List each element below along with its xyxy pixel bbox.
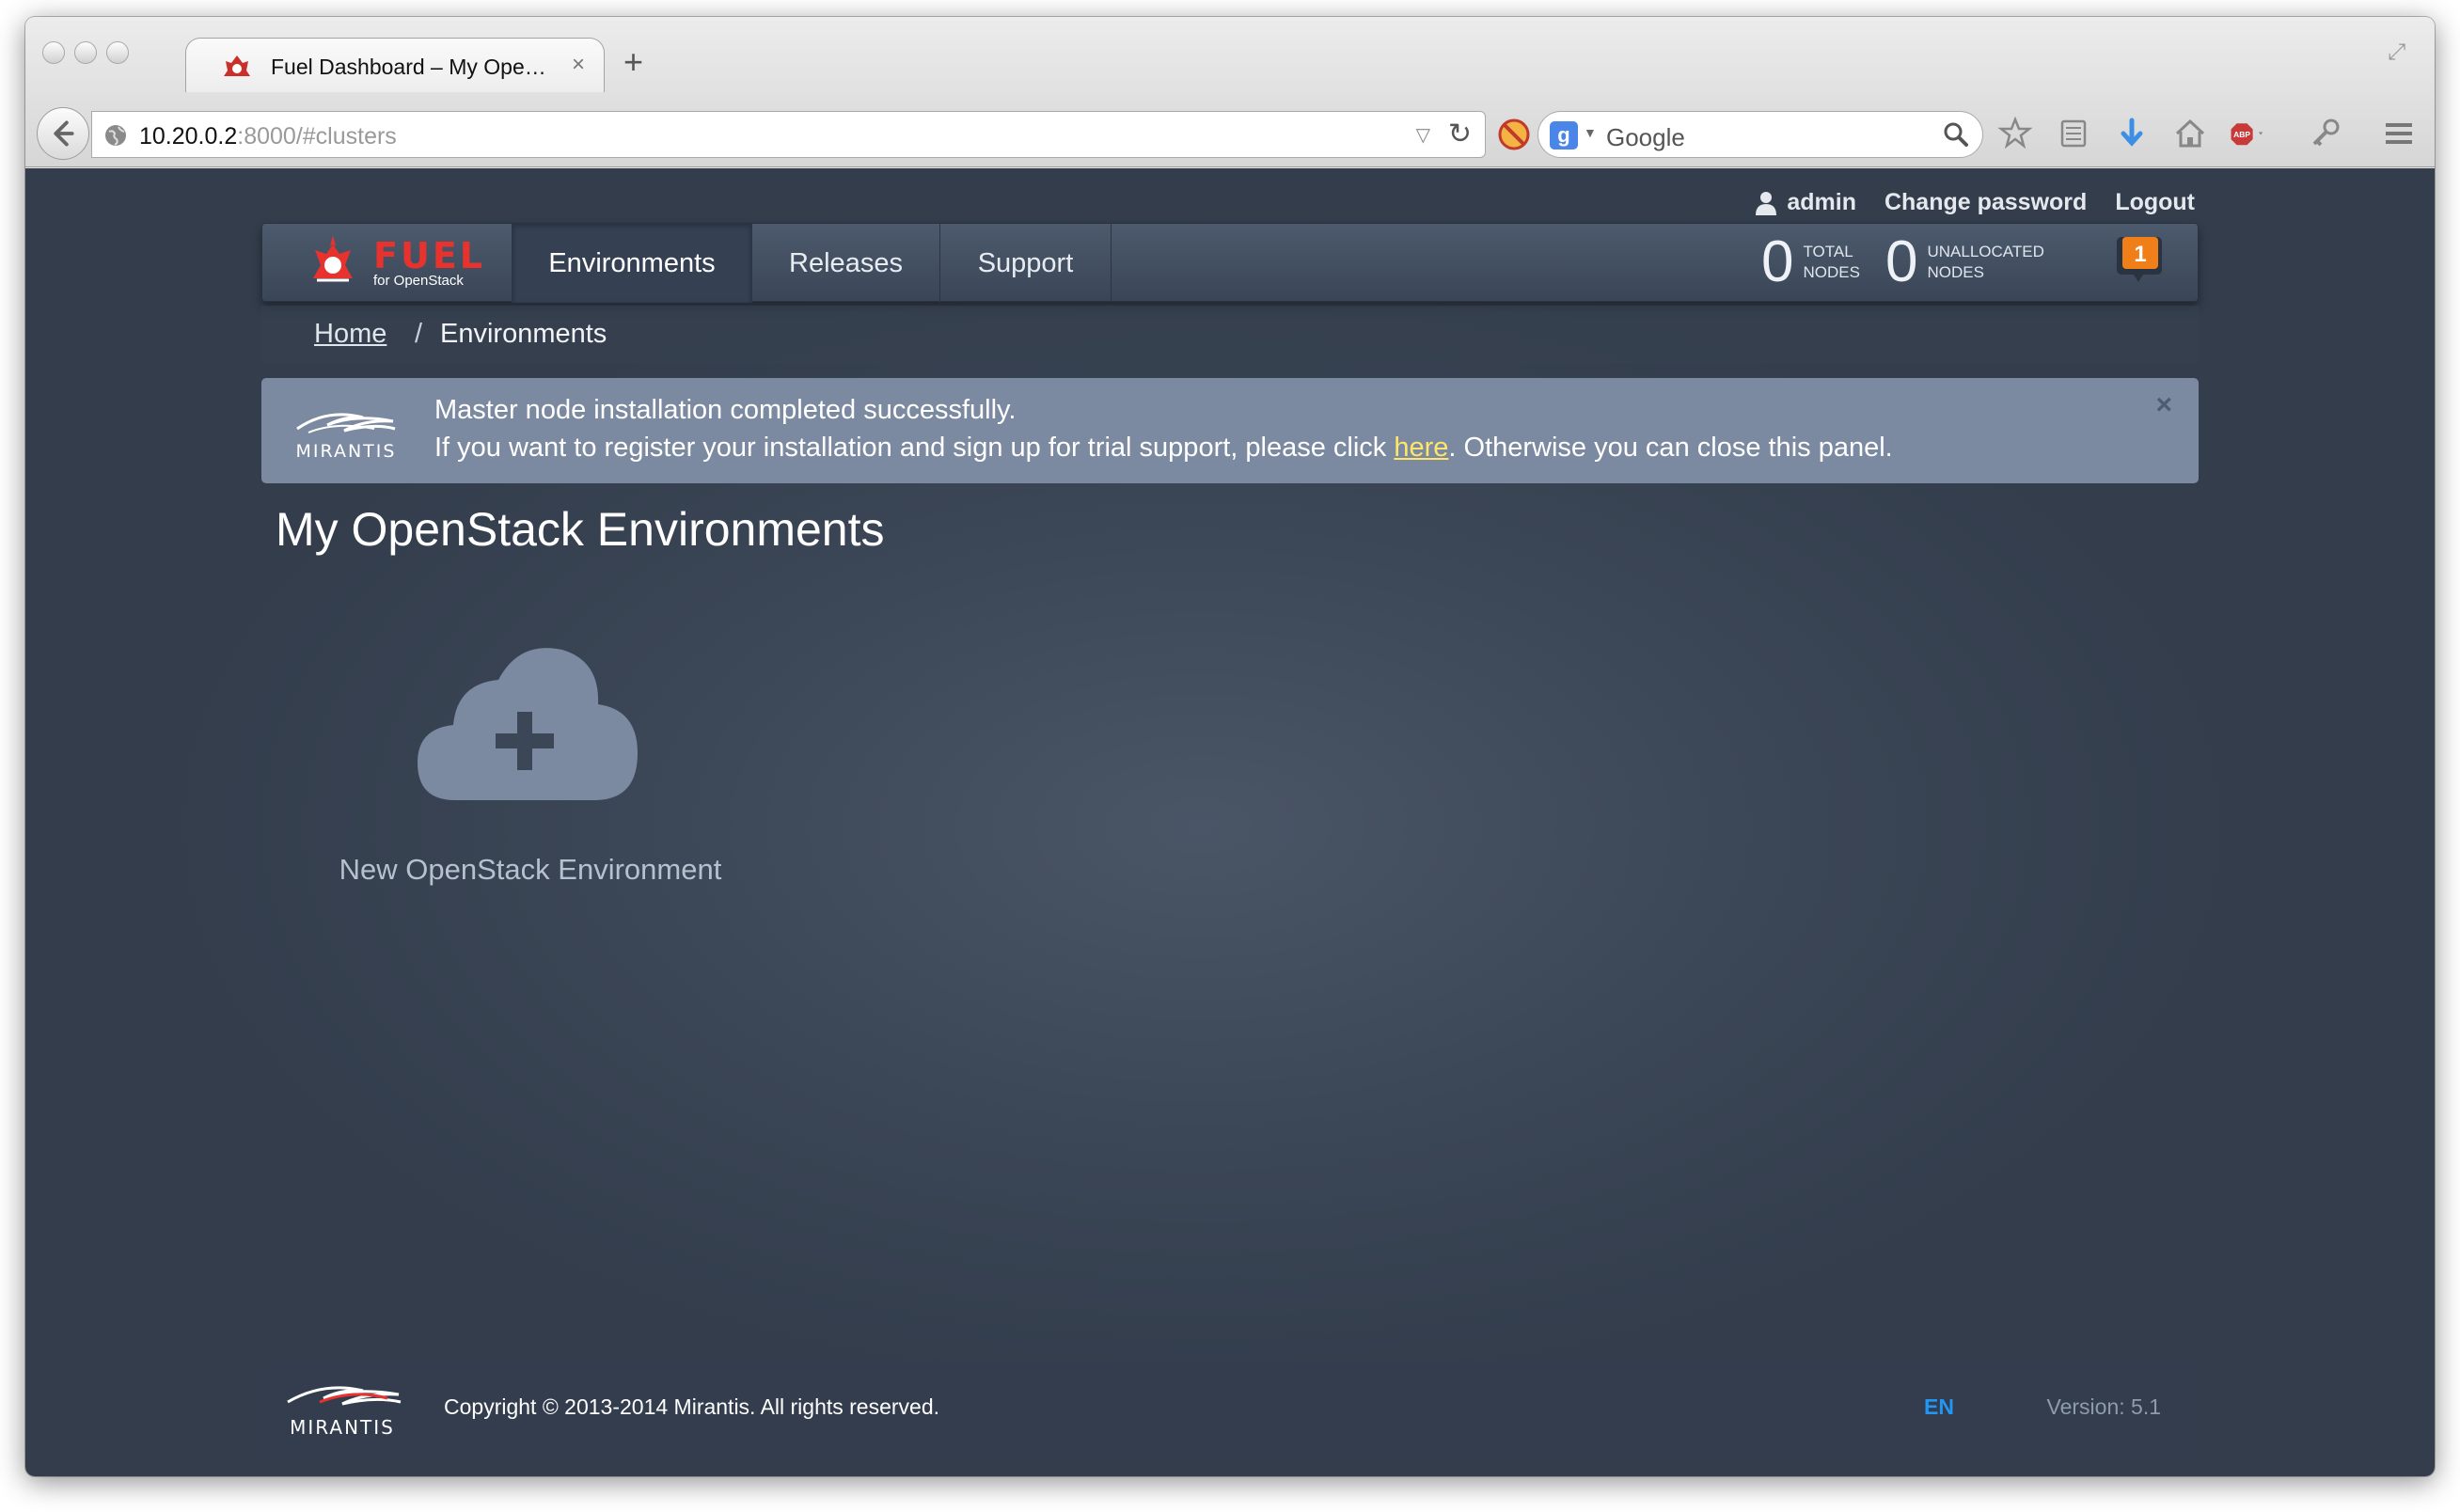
tab-title: Fuel Dashboard – My Ope…	[271, 55, 546, 79]
page-title: My OpenStack Environments	[276, 503, 885, 556]
fuel-brand[interactable]: FUEL for OpenStack	[262, 224, 512, 303]
key-icon[interactable]	[2307, 115, 2344, 152]
username: admin	[1787, 189, 1856, 215]
notifications-icon[interactable]: 1	[2115, 235, 2164, 286]
svg-text:MIRANTIS: MIRANTIS	[296, 441, 397, 462]
nav-item-environments[interactable]: Environments	[512, 224, 752, 303]
change-password-link[interactable]: Change password	[1884, 189, 2087, 216]
window-minimize-button[interactable]	[74, 41, 97, 64]
user-bar: admin Change password Logout	[1755, 189, 2195, 216]
browser-tab[interactable]: Fuel Dashboard – My Ope… ×	[185, 38, 605, 92]
fuel-favicon-icon	[224, 55, 250, 76]
fuel-logo-icon	[313, 235, 353, 282]
trial-support-link[interactable]: here	[1394, 433, 1448, 463]
version-text: Version: 5.1	[2046, 1394, 2161, 1419]
nav-item-releases[interactable]: Releases	[752, 224, 940, 303]
noscript-icon[interactable]	[1497, 118, 1531, 151]
adblock-plus-icon[interactable]: ABP	[2230, 115, 2267, 152]
back-button[interactable]	[37, 107, 89, 160]
google-engine-icon[interactable]: g	[1550, 121, 1578, 150]
mirantis-logo-icon: MIRANTIS	[296, 413, 397, 462]
main-navbar: FUEL for OpenStack Environments Releases…	[261, 223, 2199, 303]
search-box[interactable]: g ▼ Google	[1538, 111, 1983, 158]
browser-nav-row: 10.20.0.2:8000/#clusters ▽ ↻ g ▼ Google	[25, 103, 2435, 164]
search-placeholder: Google	[1606, 123, 1685, 151]
url-host: 10.20.0.2	[139, 123, 238, 150]
brand-subtitle: for OpenStack	[373, 273, 464, 289]
window-zoom-button[interactable]	[106, 41, 129, 64]
url-path: :8000/#clusters	[237, 123, 397, 150]
svg-text:ABP: ABP	[2233, 130, 2250, 139]
alert-close-icon[interactable]: ×	[2155, 389, 2172, 421]
new-tab-button[interactable]: +	[623, 45, 643, 79]
nav-item-support[interactable]: Support	[940, 224, 1112, 303]
cloud-plus-icon	[418, 648, 638, 800]
fullscreen-icon[interactable]: ⤢	[2388, 39, 2418, 70]
search-icon[interactable]	[1941, 119, 1971, 150]
home-icon[interactable]	[2171, 115, 2209, 152]
breadcrumb: Home / Environments	[261, 306, 2199, 364]
logout-link[interactable]: Logout	[2115, 189, 2195, 216]
alert-message-line2: If you want to register your installatio…	[434, 433, 1893, 463]
unallocated-nodes-stat: 0 UNALLOCATED NODES	[1885, 229, 2044, 295]
unallocated-nodes-count: 0	[1885, 229, 1918, 294]
total-nodes-count: 0	[1761, 229, 1794, 294]
unallocated-nodes-label: UNALLOCATED NODES	[1927, 243, 2044, 281]
breadcrumb-current: Environments	[440, 319, 607, 349]
engine-dropdown-icon[interactable]: ▼	[1584, 125, 1597, 140]
alert-message-line1: Master node installation completed succe…	[434, 395, 1017, 425]
mirantis-footer-logo-icon: MIRANTIS	[287, 1386, 402, 1439]
new-environment-tile[interactable]: New OpenStack Environment	[308, 638, 753, 902]
new-environment-label[interactable]: New OpenStack Environment	[308, 853, 753, 887]
back-arrow-icon	[54, 120, 74, 147]
installation-alert: MIRANTIS Master node installation comple…	[261, 378, 2199, 483]
url-bar[interactable]: 10.20.0.2:8000/#clusters ▽ ↻	[91, 111, 1486, 158]
browser-chrome: Fuel Dashboard – My Ope… × + ⤢ 10.20.0.2…	[25, 17, 2435, 167]
notifications-count: 1	[2134, 242, 2146, 267]
fuel-page: admin Change password Logout FUEL for Op…	[25, 168, 2435, 1476]
total-nodes-label: TOTAL NODES	[1803, 243, 1860, 281]
breadcrumb-separator: /	[415, 319, 423, 349]
total-nodes-stat: 0 TOTAL NODES	[1761, 229, 1860, 295]
language-switcher[interactable]: EN	[1924, 1394, 1954, 1420]
svg-text:MIRANTIS: MIRANTIS	[290, 1416, 395, 1439]
bookmarks-list-icon[interactable]	[2055, 115, 2092, 152]
copyright-text: Copyright © 2013-2014 Mirantis. All righ…	[444, 1394, 940, 1419]
breadcrumb-home-link[interactable]: Home	[314, 319, 386, 350]
url-text: 10.20.0.2:8000/#clusters	[139, 123, 397, 150]
user-menu[interactable]: admin	[1755, 189, 1856, 216]
brand-name: FUEL	[373, 235, 485, 276]
globe-icon	[105, 125, 126, 146]
hamburger-menu-icon[interactable]	[2380, 115, 2418, 152]
page-footer: MIRANTIS Copyright © 2013-2014 Mirantis.…	[261, 1361, 2199, 1455]
user-icon	[1756, 191, 1777, 215]
reload-icon[interactable]: ↻	[1448, 118, 1472, 150]
tab-close-icon[interactable]: ×	[572, 52, 585, 78]
bookmark-star-icon[interactable]	[1996, 115, 2034, 152]
window-close-button[interactable]	[42, 41, 65, 64]
url-history-dropdown-icon[interactable]: ▽	[1416, 123, 1430, 147]
downloads-icon[interactable]	[2113, 115, 2151, 152]
browser-window: Fuel Dashboard – My Ope… × + ⤢ 10.20.0.2…	[25, 17, 2435, 1476]
